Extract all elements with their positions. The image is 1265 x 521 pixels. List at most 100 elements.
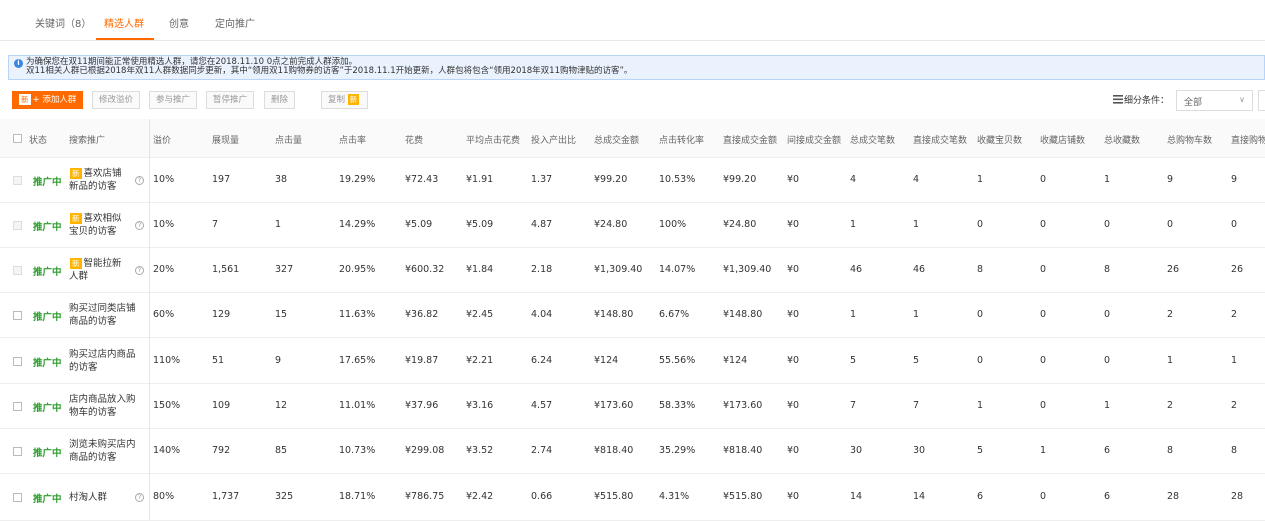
delete-button[interactable]: 删除 xyxy=(264,91,296,109)
status-label: 推广中 xyxy=(33,358,62,369)
row-checkbox xyxy=(13,176,22,185)
column-header[interactable]: 展现量 xyxy=(212,133,239,146)
fav-total-cell: 6 xyxy=(1104,445,1111,456)
direct-carts-cell: 2 xyxy=(1231,400,1238,411)
fav-shops-cell: 0 xyxy=(1040,400,1047,411)
help-icon[interactable]: ? xyxy=(135,176,144,185)
row-checkbox[interactable] xyxy=(13,311,22,320)
tab-creative[interactable]: 创意 xyxy=(169,15,189,30)
column-header[interactable]: 投入产出比 xyxy=(531,133,576,146)
row-checkbox[interactable] xyxy=(13,447,22,456)
audience-name: 新喜欢店铺 新品的访客 xyxy=(69,167,143,193)
direct-orders-cell: 5 xyxy=(913,355,920,366)
tab-keywords[interactable]: 关键词（8） xyxy=(35,15,91,30)
column-header[interactable]: 点击量 xyxy=(275,133,302,146)
fav-total-cell: 8 xyxy=(1104,264,1111,275)
filter-extra-control[interactable] xyxy=(1258,90,1265,111)
tab-selected-audience[interactable]: 精选人群 xyxy=(104,15,144,30)
column-header[interactable]: 状态 xyxy=(29,133,47,146)
join-promotion-button[interactable]: 参与推广 xyxy=(149,91,198,109)
impressions-cell: 197 xyxy=(212,174,231,185)
direct-gmv-cell: ¥818.40 xyxy=(723,445,763,456)
cvr-cell: 58.33% xyxy=(659,400,696,411)
cost-cell: ¥299.08 xyxy=(405,445,445,456)
column-header[interactable]: 总成交笔数 xyxy=(850,133,895,146)
row-checkbox[interactable] xyxy=(13,357,22,366)
help-icon[interactable]: ? xyxy=(135,266,144,275)
fav-items-cell: 0 xyxy=(977,355,984,366)
impressions-cell: 7 xyxy=(212,219,219,230)
ctr-cell: 20.95% xyxy=(339,264,376,275)
filter-select-value: 全部 xyxy=(1184,98,1203,108)
roi-cell: 4.04 xyxy=(531,309,553,320)
add-audience-button[interactable]: 新 + 添加人群 xyxy=(12,91,84,109)
copy-button[interactable]: 复制 新 xyxy=(321,91,369,109)
column-header[interactable]: 总成交金额 xyxy=(594,133,639,146)
select-all-checkbox[interactable] xyxy=(13,134,22,143)
gmv-cell: ¥515.80 xyxy=(594,491,634,502)
roi-cell: 1.37 xyxy=(531,174,553,185)
direct-orders-cell: 46 xyxy=(913,264,926,275)
status-label: 推广中 xyxy=(33,312,62,323)
table-row: 推广中新喜欢店铺 新品的访客? 10% 197 38 19.29% ¥72.43 ¥1.91 1… xyxy=(0,157,1265,203)
column-header[interactable]: 平均点击花费 xyxy=(466,133,520,146)
audience-name-line-1: 购买过同类店铺 xyxy=(69,303,136,314)
row-checkbox[interactable] xyxy=(13,402,22,411)
carts-cell: 9 xyxy=(1167,174,1174,185)
bid-cell: 80% xyxy=(153,491,175,502)
modify-bid-button[interactable]: 修改溢价 xyxy=(92,91,141,109)
clicks-cell: 327 xyxy=(275,264,294,275)
column-header[interactable]: 收藏店铺数 xyxy=(1040,133,1085,146)
direct-carts-cell: 1 xyxy=(1231,355,1238,366)
carts-cell: 26 xyxy=(1167,264,1180,275)
fav-items-cell: 0 xyxy=(977,219,984,230)
column-header[interactable]: 直接成交笔数 xyxy=(913,133,967,146)
cvr-cell: 14.07% xyxy=(659,264,696,275)
fav-total-cell: 1 xyxy=(1104,174,1111,185)
fav-items-cell: 0 xyxy=(977,309,984,320)
carts-cell: 1 xyxy=(1167,355,1174,366)
column-header[interactable]: 间接成交金额 xyxy=(787,133,841,146)
column-header[interactable]: 搜索推广 xyxy=(69,133,105,146)
direct-carts-cell: 26 xyxy=(1231,264,1244,275)
column-header[interactable]: 总收藏数 xyxy=(1104,133,1140,146)
audience-name-line-1: 喜欢相似 xyxy=(83,213,122,224)
gmv-cell: ¥124 xyxy=(594,355,619,366)
direct-gmv-cell: ¥173.60 xyxy=(723,400,763,411)
cost-cell: ¥600.32 xyxy=(405,264,445,275)
impressions-cell: 1,737 xyxy=(212,491,240,502)
audience-name-line-1: 浏览未购买店内 xyxy=(69,439,136,450)
filter-select[interactable]: 全部 ∨ xyxy=(1176,90,1253,111)
new-badge: 新 xyxy=(70,213,82,224)
column-header[interactable]: 花费 xyxy=(405,133,423,146)
column-header[interactable]: 溢价 xyxy=(153,133,171,146)
column-header[interactable]: 直接购物 xyxy=(1231,133,1265,146)
indirect-gmv-cell: ¥0 xyxy=(787,174,800,185)
fav-items-cell: 5 xyxy=(977,445,984,456)
bid-cell: 140% xyxy=(153,445,181,456)
carts-cell: 8 xyxy=(1167,445,1174,456)
active-tab-indicator xyxy=(96,38,154,40)
column-header[interactable]: 直接成交金额 xyxy=(723,133,777,146)
row-checkbox[interactable] xyxy=(13,493,22,502)
new-badge: 新 xyxy=(70,258,82,269)
list-filter-icon xyxy=(1113,95,1123,104)
column-header[interactable]: 点击率 xyxy=(339,133,366,146)
column-header[interactable]: 收藏宝贝数 xyxy=(977,133,1022,146)
help-icon[interactable]: ? xyxy=(135,221,144,230)
clicks-cell: 85 xyxy=(275,445,288,456)
audience-name-line-2: 村淘人群 xyxy=(69,492,108,503)
help-icon[interactable]: ? xyxy=(135,493,144,502)
tab-targeted-promotion[interactable]: 定向推广 xyxy=(215,15,255,30)
orders-cell: 5 xyxy=(850,355,857,366)
fav-shops-cell: 0 xyxy=(1040,219,1047,230)
orders-cell: 4 xyxy=(850,174,857,185)
direct-orders-cell: 4 xyxy=(913,174,920,185)
audience-name: 购买过同类店铺 商品的访客 xyxy=(69,302,143,328)
table-row: 推广中新智能拉新 人群? 20% 1,561 327 20.95% ¥600.32 ¥1.84… xyxy=(0,247,1265,293)
pause-promotion-button[interactable]: 暂停推广 xyxy=(206,91,255,109)
column-header[interactable]: 总购物车数 xyxy=(1167,133,1212,146)
direct-gmv-cell: ¥148.80 xyxy=(723,309,763,320)
indirect-gmv-cell: ¥0 xyxy=(787,309,800,320)
column-header[interactable]: 点击转化率 xyxy=(659,133,704,146)
